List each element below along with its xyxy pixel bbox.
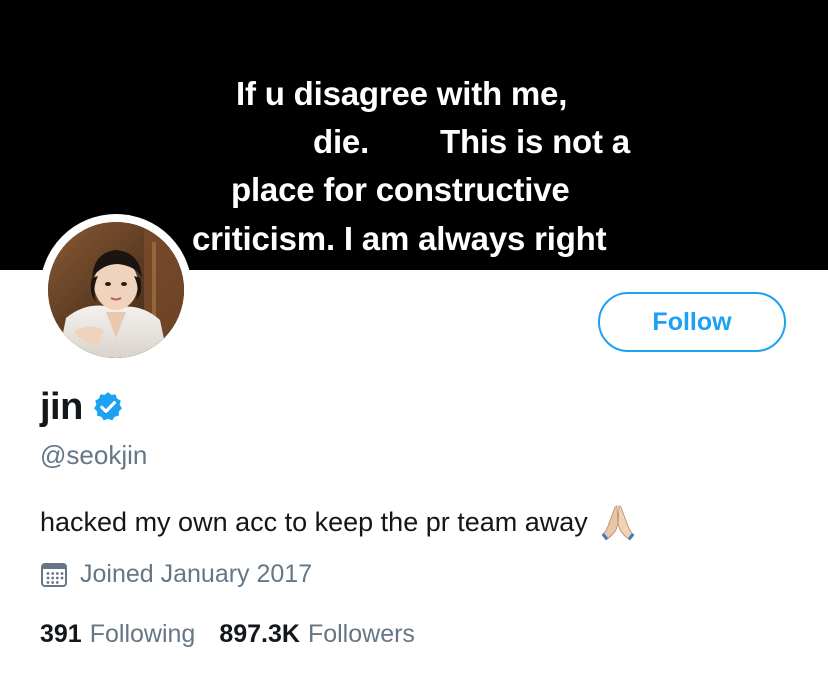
name-row: jin — [40, 382, 125, 432]
banner-text-line: If u disagree with me, — [236, 75, 568, 112]
banner-text-line: die. — [313, 123, 370, 160]
display-name: jin — [40, 385, 83, 428]
user-handle: @seokjin — [40, 440, 148, 470]
following-count: 391 — [40, 620, 82, 648]
avatar[interactable] — [48, 222, 184, 358]
calendar-icon — [40, 561, 68, 589]
banner-text-line: place for constructive — [231, 171, 570, 208]
followers-link[interactable]: 897.3K Followers — [219, 620, 415, 649]
follow-button[interactable]: Follow — [598, 292, 786, 352]
banner-text-line: criticism. I am always right — [192, 220, 607, 257]
following-link[interactable]: 391 Following — [40, 620, 195, 649]
joined-text: Joined January 2017 — [80, 560, 313, 588]
following-label: Following — [89, 620, 196, 648]
bio-text: hacked my own acc to keep the pr team aw… — [40, 506, 588, 537]
verified-badge-icon — [91, 390, 125, 424]
follow-stats: 391 Following 897.3K Followers — [40, 620, 439, 649]
profile-page: If u disagree with me, die. This is not … — [0, 0, 828, 693]
banner-text-line: This is not a — [440, 123, 630, 160]
followers-label: Followers — [307, 620, 415, 648]
folded-hands-icon — [598, 502, 638, 542]
profile-bio: hacked my own acc to keep the pr team aw… — [40, 502, 638, 542]
followers-count: 897.3K — [219, 620, 300, 648]
avatar-photo — [48, 222, 184, 358]
joined-date: Joined January 2017 — [40, 560, 312, 589]
